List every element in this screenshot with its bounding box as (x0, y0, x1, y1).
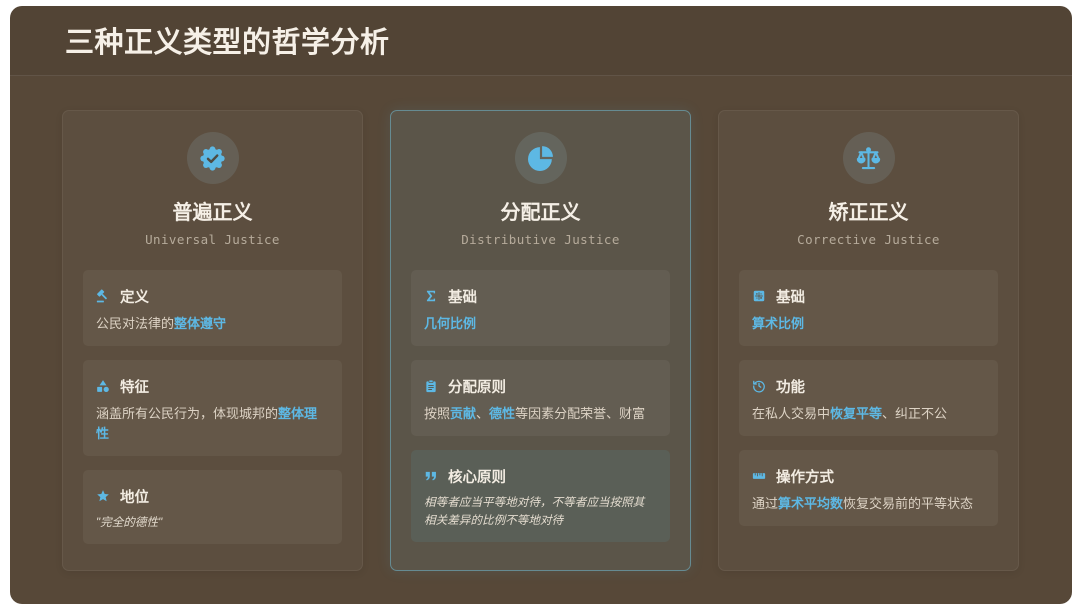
item-characteristics: 特征 涵盖所有公民行为，体现城邦的整体理性 (83, 360, 342, 456)
badge-check-icon (186, 132, 239, 184)
item-definition: 定义 公民对法律的整体遵守 (83, 270, 342, 346)
item-text: 通过算术平均数恢复交易前的平等状态 (752, 494, 982, 514)
card-subtitle: Universal Justice (145, 232, 280, 247)
text-segment: 、 (476, 406, 490, 421)
item-quote-text: "完全的德性" (96, 514, 326, 532)
header: 三种正义类型的哲学分析 (10, 6, 1072, 76)
text-segment: 按照 (424, 406, 451, 421)
ruler-icon (752, 469, 766, 483)
sigma-icon (424, 289, 438, 303)
item-core-principle: 核心原则 相等者应当平等地对待，不等者应当按照其相关差异的比例不等地对待 (411, 450, 670, 542)
item-text: 算术比例 (752, 314, 982, 334)
card-subtitle: Distributive Justice (461, 232, 620, 247)
card-row: 普遍正义 Universal Justice 定义 公民对法律的整体遵守 特征 … (62, 110, 1019, 571)
item-status: 地位 "完全的德性" (83, 470, 342, 544)
pie-chart-icon (514, 132, 567, 184)
highlighted-term: 算术平均数 (778, 496, 844, 511)
card-title: 普遍正义 (172, 200, 253, 224)
card-corrective-justice[interactable]: 矫正正义 Corrective Justice 基础 算术比例 功能 在私人交易… (718, 110, 1019, 571)
item-function: 功能 在私人交易中恢复平等、纠正不公 (739, 360, 998, 436)
item-text: 按照贡献、德性等因素分配荣誉、财富 (424, 404, 654, 424)
text-segment: 等因素分配荣誉、财富 (515, 406, 646, 421)
card-distributive-justice[interactable]: 分配正义 Distributive Justice 基础 几何比例 分配原则 按… (390, 110, 691, 571)
item-list: 定义 公民对法律的整体遵守 特征 涵盖所有公民行为，体现城邦的整体理性 地位 "… (83, 270, 342, 544)
item-label: 功能 (776, 379, 805, 396)
text-segment: 恢复交易前的平等状态 (843, 496, 974, 511)
item-text: 公民对法律的整体遵守 (96, 314, 326, 334)
item-list: 基础 几何比例 分配原则 按照贡献、德性等因素分配荣誉、财富 核心原则 相等者应… (411, 270, 670, 542)
item-basis: 基础 算术比例 (739, 270, 998, 346)
card-universal-justice[interactable]: 普遍正义 Universal Justice 定义 公民对法律的整体遵守 特征 … (62, 110, 363, 571)
item-label: 分配原则 (448, 379, 506, 396)
item-heading: 定义 (96, 286, 326, 306)
item-heading: 地位 (96, 486, 326, 506)
history-icon (752, 379, 766, 393)
shapes-icon (96, 379, 110, 393)
item-label: 地位 (120, 489, 149, 506)
text-segment: 相等者应当平等地对待，不等者应当按照其相关差异的比例不等地对待 (424, 496, 645, 527)
item-text: 几何比例 (424, 314, 654, 334)
text-segment: 在私人交易中 (752, 406, 831, 421)
item-label: 核心原则 (448, 469, 506, 486)
item-label: 定义 (120, 289, 149, 306)
item-heading: 特征 (96, 376, 326, 396)
page-title: 三种正义类型的哲学分析 (65, 25, 390, 59)
text-segment: 公民对法律的 (96, 316, 175, 331)
item-label: 特征 (120, 379, 149, 396)
item-heading: 基础 (424, 286, 654, 306)
highlighted-term: 算术比例 (752, 316, 805, 331)
item-label: 基础 (448, 289, 477, 306)
item-heading: 核心原则 (424, 466, 654, 486)
item-quote-text: 相等者应当平等地对待，不等者应当按照其相关差异的比例不等地对待 (424, 494, 654, 530)
card-title: 分配正义 (500, 200, 581, 224)
highlighted-term: 贡献 (450, 406, 477, 421)
item-basis: 基础 几何比例 (411, 270, 670, 346)
calculator-icon (752, 289, 766, 303)
item-distribution-principle: 分配原则 按照贡献、德性等因素分配荣誉、财富 (411, 360, 670, 436)
gavel-icon (96, 289, 110, 303)
item-text: 涵盖所有公民行为，体现城邦的整体理性 (96, 404, 326, 444)
item-heading: 操作方式 (752, 466, 982, 486)
text-segment: 涵盖所有公民行为，体现城邦的 (96, 406, 279, 421)
item-label: 基础 (776, 289, 805, 306)
item-heading: 基础 (752, 286, 982, 306)
item-text: 在私人交易中恢复平等、纠正不公 (752, 404, 982, 424)
item-list: 基础 算术比例 功能 在私人交易中恢复平等、纠正不公 操作方式 通过算术平均数恢… (739, 270, 998, 526)
text-segment: "完全的德性" (96, 516, 163, 529)
quote-icon (424, 469, 438, 483)
text-segment: 通过 (752, 496, 779, 511)
item-heading: 分配原则 (424, 376, 654, 396)
slide-frame: 三种正义类型的哲学分析 普遍正义 Universal Justice 定义 公民… (10, 6, 1072, 604)
item-heading: 功能 (752, 376, 982, 396)
scale-balance-icon (842, 132, 895, 184)
text-segment: 、纠正不公 (882, 406, 948, 421)
highlighted-term: 德性 (489, 406, 516, 421)
item-operation: 操作方式 通过算术平均数恢复交易前的平等状态 (739, 450, 998, 526)
clipboard-icon (424, 379, 438, 393)
card-title: 矫正正义 (828, 200, 909, 224)
highlighted-term: 恢复平等 (830, 406, 883, 421)
highlighted-term: 几何比例 (424, 316, 477, 331)
highlighted-term: 整体遵守 (174, 316, 227, 331)
card-subtitle: Corrective Justice (797, 232, 940, 247)
star-icon (96, 489, 110, 503)
item-label: 操作方式 (776, 469, 834, 486)
